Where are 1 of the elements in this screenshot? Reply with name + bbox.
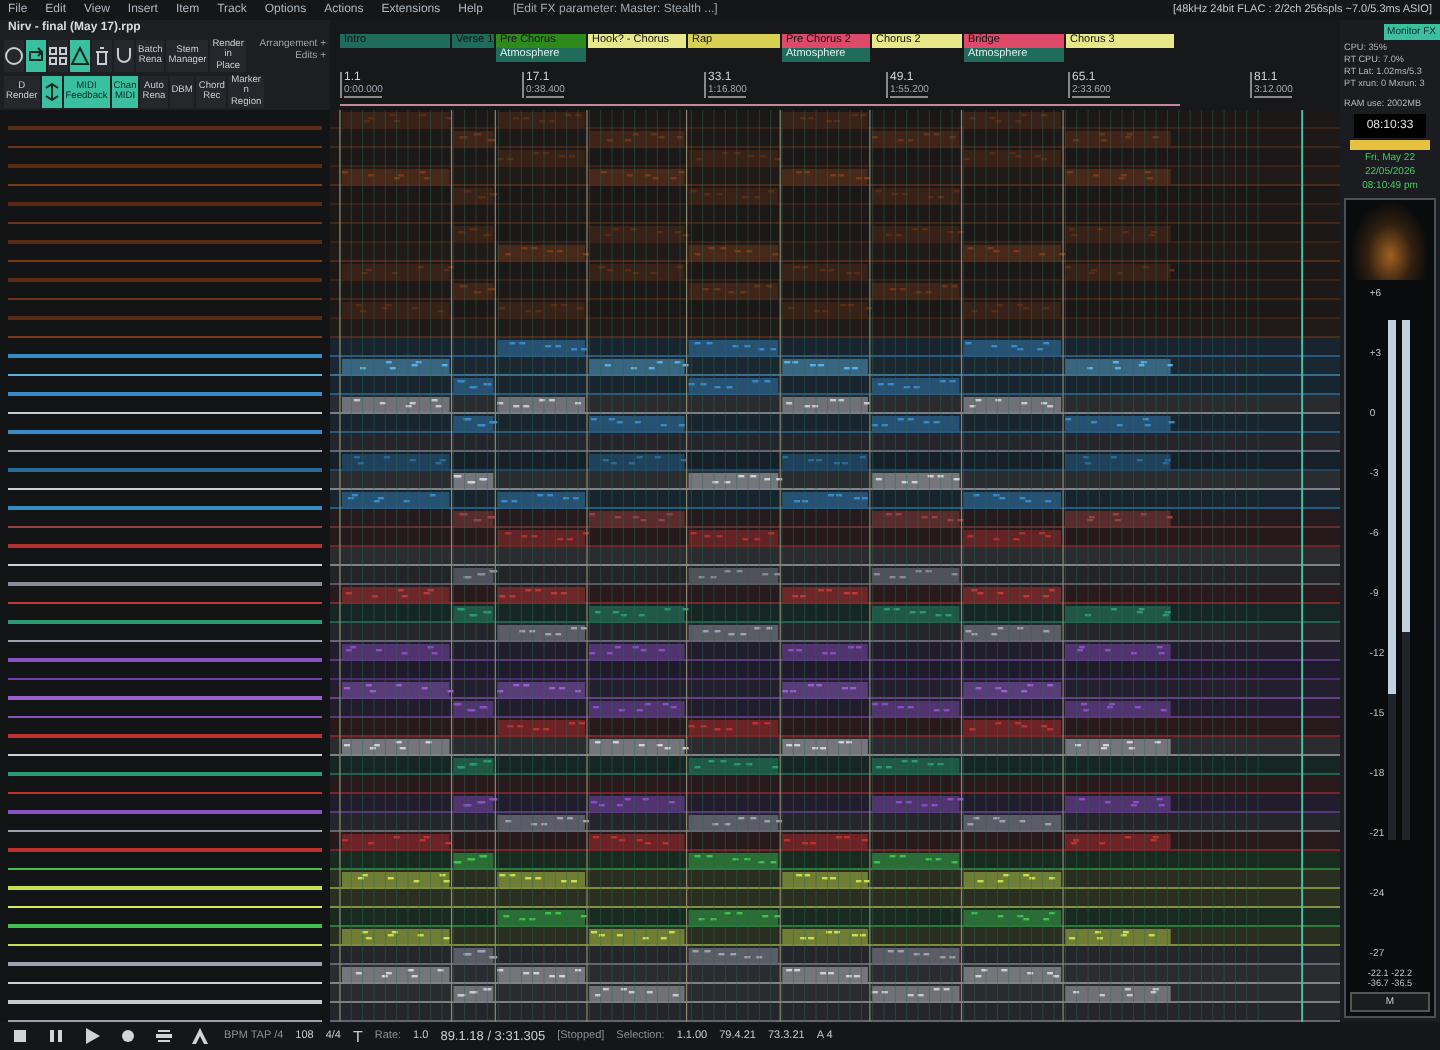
tempo-glyph: T bbox=[353, 1027, 363, 1045]
